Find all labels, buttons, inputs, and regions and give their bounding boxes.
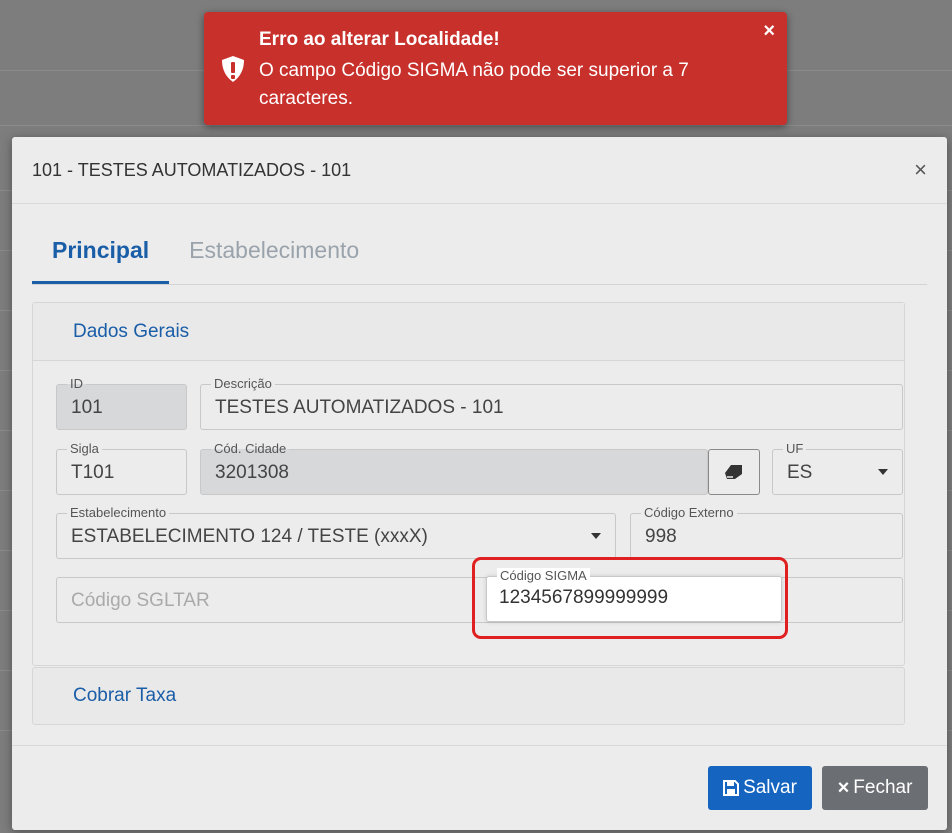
localidade-modal: 101 - TESTES AUTOMATIZADOS - 101 × Princ… (12, 137, 947, 830)
eraser-icon (725, 465, 742, 479)
codigo-sigma-input[interactable] (499, 587, 769, 609)
clear-cidade-button[interactable] (708, 449, 760, 495)
descricao-label: Descrição (211, 376, 275, 392)
toast-message: O campo Código SIGMA não pode ser superi… (259, 60, 689, 109)
estabelecimento-value: ESTABELECIMENTO 124 / TESTE (xxxX) (71, 526, 428, 547)
footer-divider (12, 745, 947, 746)
tab-bar: Principal Estabelecimento (32, 225, 927, 285)
close-label: Fechar (853, 777, 913, 798)
close-button[interactable]: × Fechar (822, 766, 928, 810)
id-label: ID (67, 376, 86, 392)
cod-cidade-label: Cód. Cidade (211, 441, 290, 457)
id-field: ID 101 (56, 376, 187, 430)
cobrar-taxa-header[interactable]: Cobrar Taxa (32, 667, 905, 725)
uf-label: UF (783, 441, 807, 457)
codigo-sigma-field[interactable]: Código SIGMA (486, 568, 782, 622)
chevron-down-icon (878, 469, 888, 475)
codigo-externo-value: 998 (645, 526, 677, 547)
save-label: Salvar (743, 777, 797, 798)
id-value: 101 (71, 397, 103, 418)
chevron-down-icon (591, 533, 601, 539)
codigo-externo-label: Código Externo (641, 505, 737, 521)
save-button[interactable]: Salvar (708, 766, 812, 810)
cod-cidade-field: Cód. Cidade 3201308 (200, 441, 708, 495)
descricao-value: TESTES AUTOMATIZADOS - 101 (215, 397, 504, 418)
codigo-externo-field[interactable]: Código Externo 998 (630, 505, 903, 559)
tab-principal[interactable]: Principal (32, 225, 170, 284)
cod-cidade-value: 3201308 (215, 462, 289, 483)
sigla-value: T101 (71, 462, 115, 483)
shield-exclamation-icon (222, 56, 244, 82)
tab-estabelecimento[interactable]: Estabelecimento (169, 225, 379, 284)
codigo-sigma-label: Código SIGMA (497, 568, 590, 584)
uf-select[interactable]: UF ES (772, 441, 903, 495)
estabelecimento-select[interactable]: Estabelecimento ESTABELECIMENTO 124 / TE… (56, 505, 616, 559)
error-toast: Erro ao alterar Localidade! O campo Códi… (204, 12, 787, 125)
times-icon: × (837, 776, 850, 799)
sigla-label: Sigla (67, 441, 102, 457)
modal-title: 101 - TESTES AUTOMATIZADOS - 101 (32, 159, 352, 180)
descricao-field[interactable]: Descrição TESTES AUTOMATIZADOS - 101 (200, 376, 903, 430)
estabelecimento-label: Estabelecimento (67, 505, 170, 521)
toast-close-button[interactable]: × (763, 20, 775, 43)
toast-title: Erro ao alterar Localidade! (259, 29, 500, 50)
uf-value: ES (787, 462, 813, 483)
modal-close-button[interactable]: × (914, 159, 927, 181)
modal-header: 101 - TESTES AUTOMATIZADOS - 101 × (12, 137, 947, 204)
floppy-disk-icon (723, 780, 740, 796)
sigla-field[interactable]: Sigla T101 (56, 441, 187, 495)
codigo-sgltar-placeholder: Código SGLTAR (71, 590, 210, 611)
dados-gerais-header[interactable]: Dados Gerais (33, 303, 904, 361)
